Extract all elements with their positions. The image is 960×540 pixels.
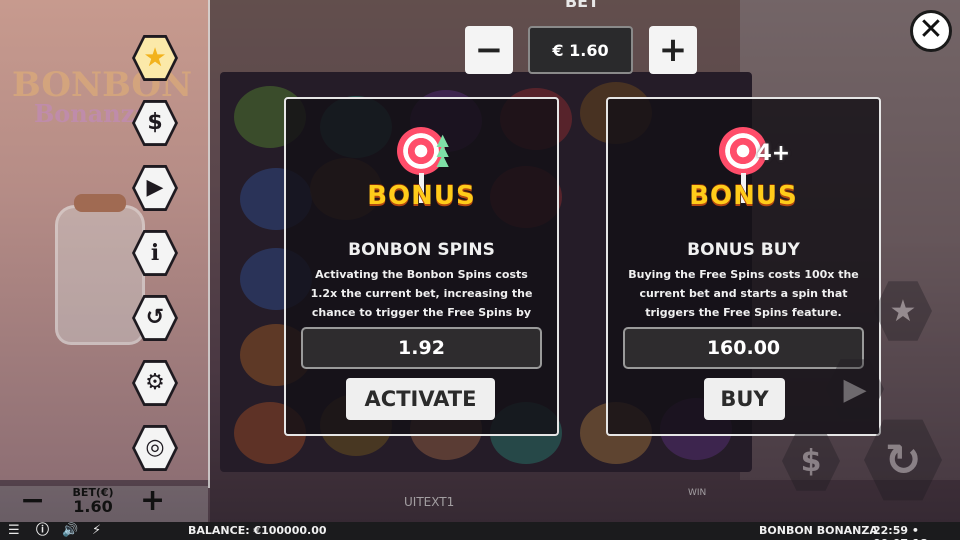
bonus-badge-text: BONUS	[689, 181, 798, 211]
bet-increase-button[interactable]: +	[649, 26, 697, 74]
buy-button[interactable]: BUY	[704, 378, 785, 420]
side-menu: ★ $ ▶ i ↺ ⚙ ◎	[132, 34, 182, 489]
activate-button[interactable]: ACTIVATE	[346, 378, 495, 420]
sound-icon[interactable]: 🔊	[62, 523, 78, 539]
bet-value-display: € 1.60	[528, 26, 633, 74]
bonbon-spins-bonus-badge: ▲ ▲ ▲ BONUS	[367, 127, 477, 217]
minus-icon: −	[474, 30, 504, 70]
menu-star-button[interactable]: ★	[132, 34, 178, 82]
game-name-text: BONBON BONANZA	[759, 524, 878, 537]
bonbon-spins-price: 1.92	[301, 327, 542, 369]
bottom-bet-value: 1.60	[73, 497, 113, 516]
win-label: WIN	[688, 488, 707, 498]
bonus-buy-bonus-badge: 4+ BONUS	[689, 127, 799, 217]
menu-history-button[interactable]: ↺	[132, 294, 178, 342]
menu-settings-button[interactable]: ⚙	[132, 359, 178, 407]
menu-buy-feature-button[interactable]: $	[132, 99, 178, 147]
bet-label: BET	[564, 0, 600, 11]
menu-play-button[interactable]: ▶	[132, 164, 178, 212]
plus-icon: +	[658, 30, 688, 70]
dollar-icon: $	[147, 110, 163, 135]
star-icon: ★	[143, 43, 167, 73]
panel-description: Buying the Free Spins costs 100x the cur…	[628, 268, 859, 319]
bet-decrease-button[interactable]: −	[465, 26, 513, 74]
clock-text: 22:59 • 00:07:18	[873, 524, 928, 540]
status-bar: ☰ ⓘ 🔊 ⚡ BALANCE: €100000.00 BONBON BONAN…	[0, 522, 960, 540]
close-icon: ✕	[918, 12, 944, 47]
bonus-buy-price: 160.00	[623, 327, 864, 369]
bottom-bet-decrease-button[interactable]: −	[20, 486, 45, 516]
ui-text-label: UITEXT1	[404, 495, 455, 509]
hamburger-menu-icon[interactable]: ☰	[8, 523, 20, 539]
info-icon[interactable]: ⓘ	[36, 523, 49, 539]
menu-divider	[208, 0, 210, 488]
bonus-badge-text: BONUS	[367, 181, 476, 211]
gear-icon: ⚙	[145, 370, 165, 395]
info-icon: i	[150, 240, 160, 266]
turbo-icon[interactable]: ⚡	[92, 523, 101, 539]
bonbon-spins-panel: ▲ ▲ ▲ BONUS BONBON SPINS Activating the Bo…	[284, 97, 559, 436]
panel-title: BONBON SPINS	[348, 240, 495, 260]
panel-title: BONUS BUY	[687, 240, 800, 260]
four-plus-badge: 4+	[756, 141, 791, 166]
autoplay-icon: ◎	[145, 435, 165, 460]
play-icon: ▶	[146, 175, 164, 200]
bottom-bet-increase-button[interactable]: +	[140, 486, 165, 516]
balance-text: BALANCE: €100000.00	[188, 524, 327, 537]
arrows-up-icon: ▲ ▲ ▲	[436, 130, 449, 169]
close-button[interactable]: ✕	[910, 10, 952, 52]
menu-info-button[interactable]: i	[132, 229, 178, 277]
menu-autoplay-button[interactable]: ◎	[132, 424, 178, 472]
history-icon: ↺	[145, 305, 165, 330]
bottom-bet-control: − BET(€) 1.60 +	[0, 486, 208, 522]
